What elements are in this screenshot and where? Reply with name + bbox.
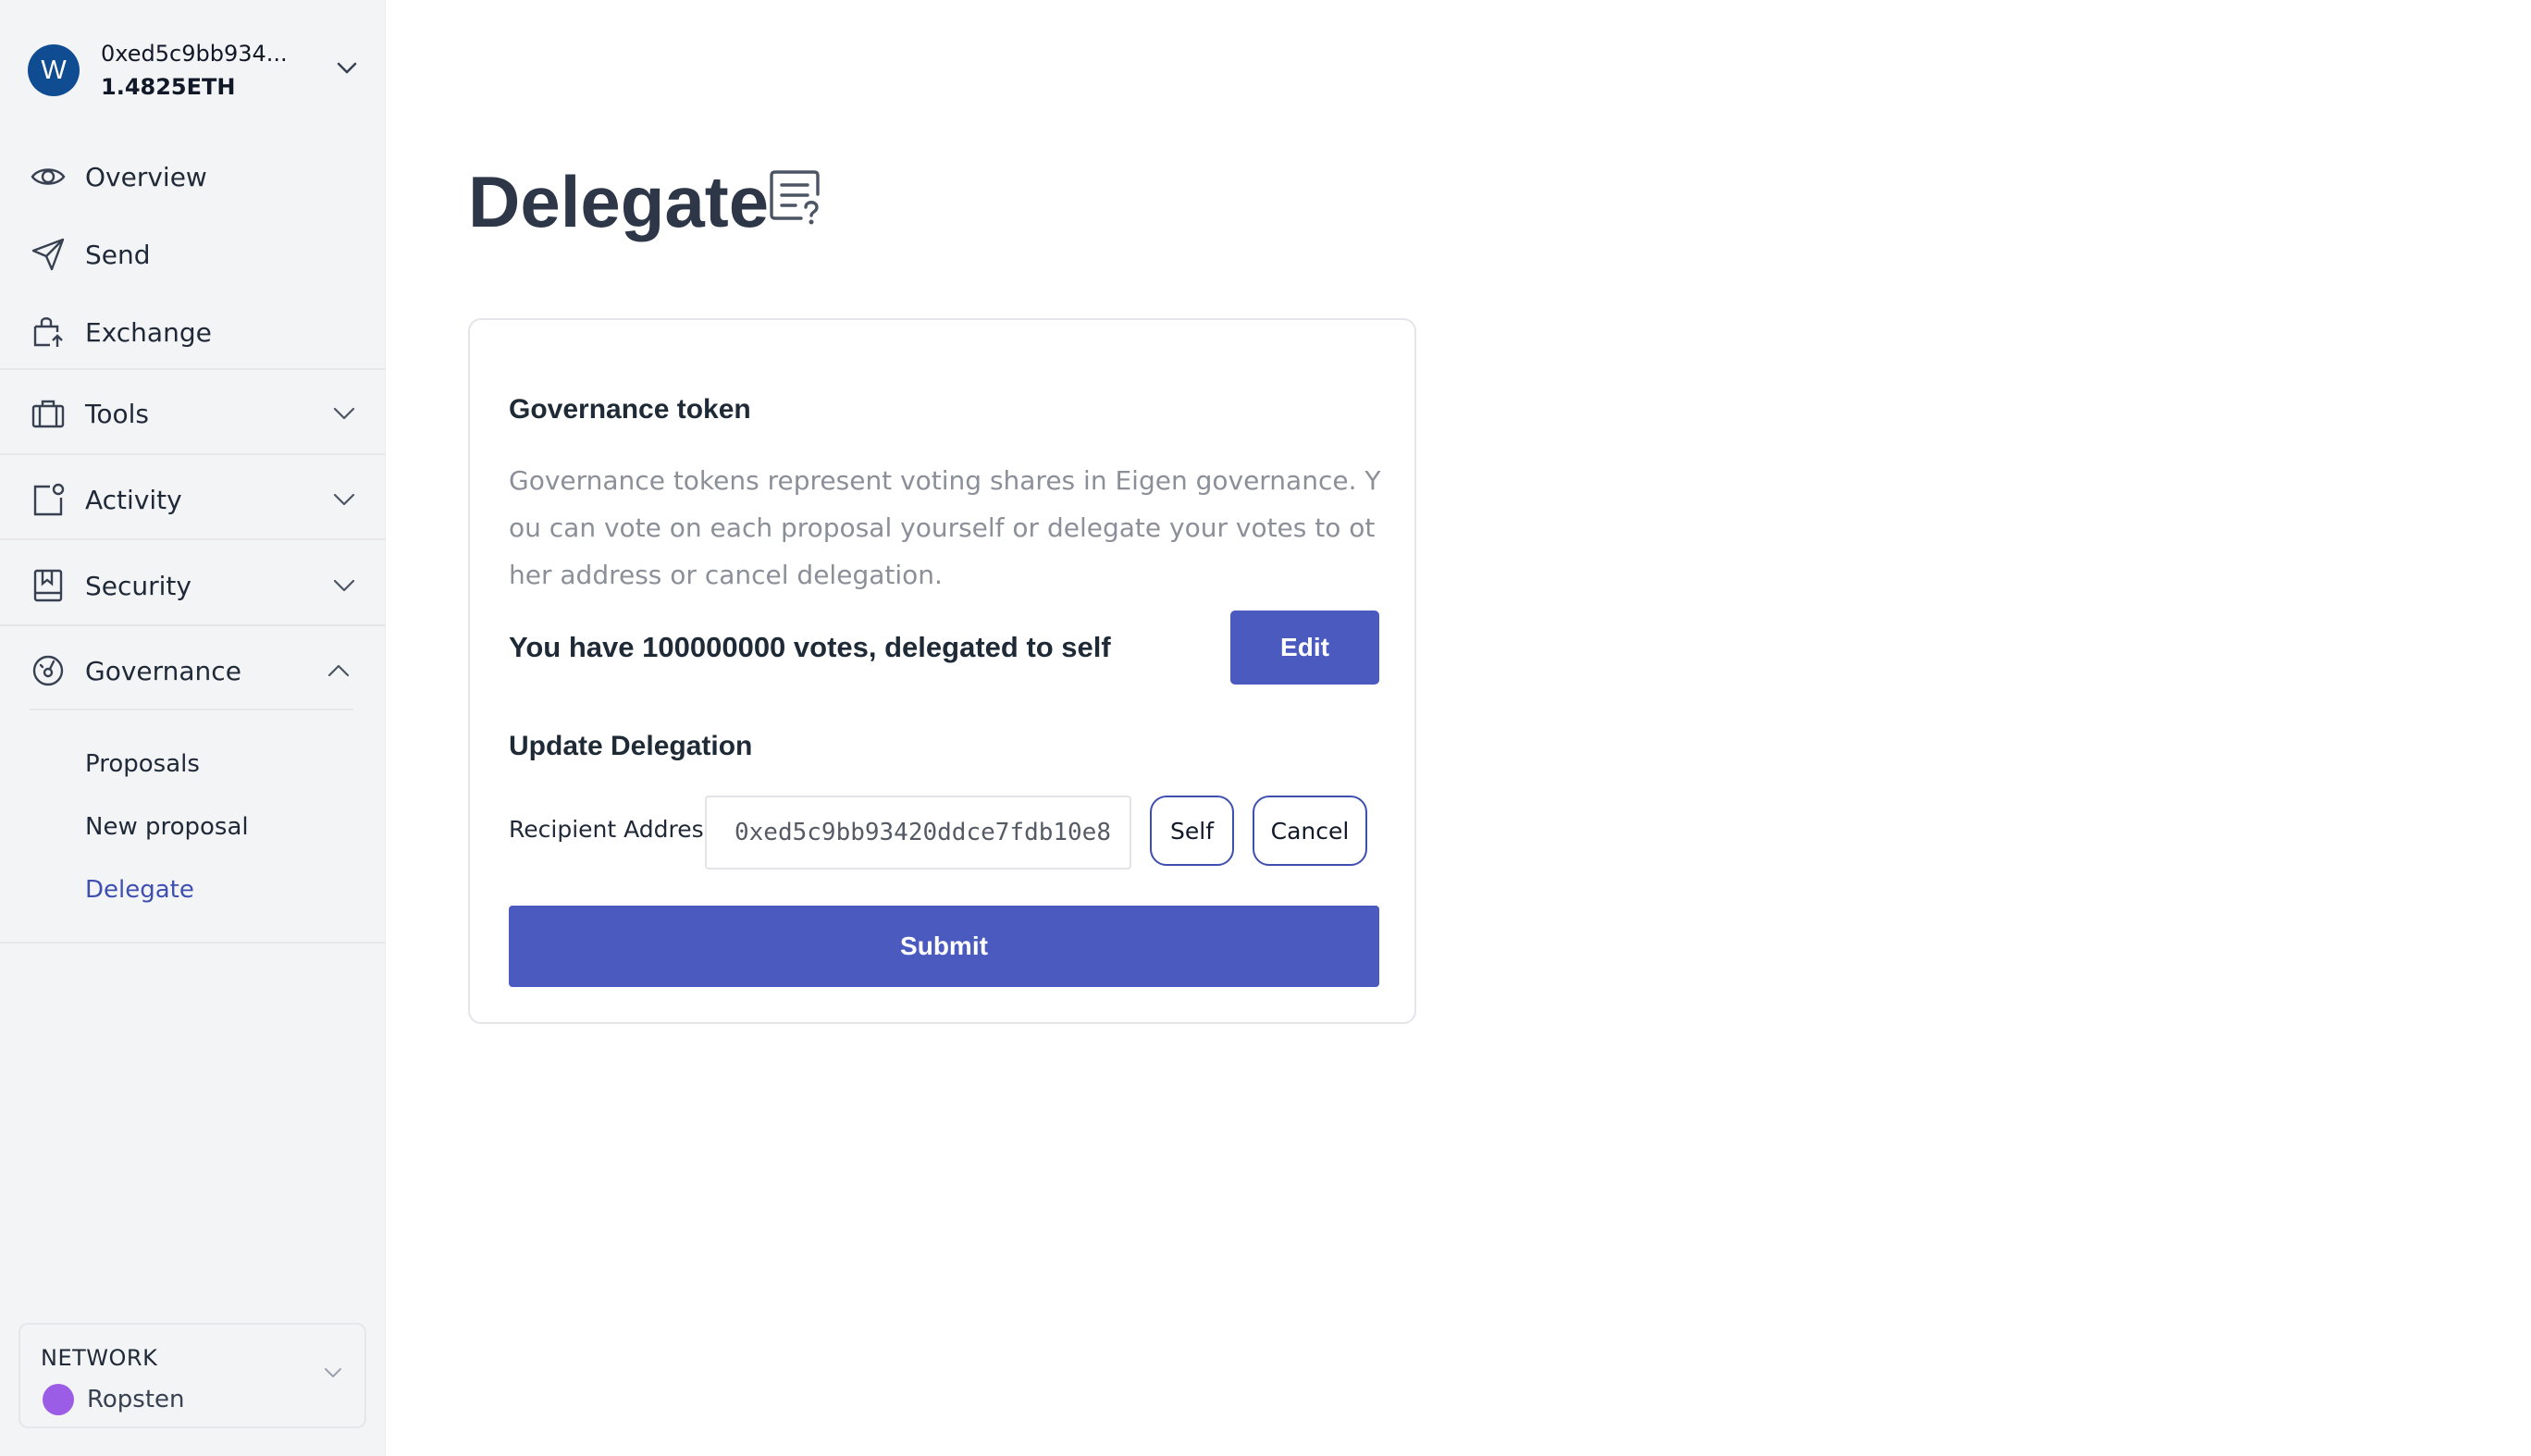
divider xyxy=(0,368,386,370)
account-selector[interactable]: W 0xed5c9bb934... 1.4825ETH xyxy=(28,33,361,107)
divider xyxy=(0,538,386,540)
document-question-icon[interactable] xyxy=(768,167,825,229)
sidebar-item-tools[interactable]: Tools xyxy=(0,381,386,446)
sidebar-item-activity[interactable]: Activity xyxy=(0,467,386,532)
sidebar-subitem-delegate[interactable]: Delegate xyxy=(85,870,194,910)
votes-summary: You have 100000000 votes, delegated to s… xyxy=(509,631,1111,663)
security-icon xyxy=(30,567,67,604)
cancel-button[interactable]: Cancel xyxy=(1253,796,1367,866)
divider xyxy=(30,709,353,710)
chevron-down-icon[interactable] xyxy=(330,572,358,599)
recipient-address-input[interactable] xyxy=(705,796,1131,870)
edit-button[interactable]: Edit xyxy=(1230,611,1379,685)
sidebar-item-label: Exchange xyxy=(85,316,212,348)
section-title: Governance token xyxy=(509,394,751,425)
network-status-dot xyxy=(43,1384,74,1415)
sidebar-item-label: Governance xyxy=(85,655,241,686)
divider xyxy=(0,453,386,455)
governance-icon xyxy=(30,652,67,689)
sidebar-item-label: Activity xyxy=(85,484,182,515)
chevron-down-icon[interactable] xyxy=(320,1360,346,1386)
chevron-down-icon[interactable] xyxy=(333,54,361,81)
eye-icon xyxy=(30,158,67,195)
divider xyxy=(0,942,386,944)
sidebar-item-label: Tools xyxy=(85,398,149,429)
network-name: Ropsten xyxy=(87,1386,185,1413)
page-title: Delegate xyxy=(468,161,770,242)
sidebar-item-label: Send xyxy=(85,239,151,270)
sidebar: W 0xed5c9bb934... 1.4825ETH Overview Sen… xyxy=(0,0,386,1456)
submit-button[interactable]: Submit xyxy=(509,906,1379,987)
sidebar-item-send[interactable]: Send xyxy=(0,222,386,287)
sidebar-item-exchange[interactable]: Exchange xyxy=(0,300,386,364)
network-selector[interactable]: NETWORK Ropsten xyxy=(19,1323,366,1428)
account-address: 0xed5c9bb934... xyxy=(101,41,288,67)
sidebar-item-overview[interactable]: Overview xyxy=(0,144,386,209)
activity-icon xyxy=(30,481,67,518)
self-button[interactable]: Self xyxy=(1150,796,1234,866)
sidebar-item-label: Overview xyxy=(85,161,207,192)
exchange-icon xyxy=(30,314,67,351)
network-title: NETWORK xyxy=(41,1345,158,1371)
chevron-down-icon[interactable] xyxy=(330,400,358,427)
sidebar-item-label: Security xyxy=(85,570,191,601)
governance-card: Governance token Governance tokens repre… xyxy=(468,318,1416,1024)
sidebar-item-governance[interactable]: Governance xyxy=(0,638,386,703)
divider xyxy=(0,624,386,626)
governance-description: Governance tokens represent voting share… xyxy=(509,465,1381,590)
account-balance: 1.4825ETH xyxy=(101,74,236,100)
chevron-up-icon[interactable] xyxy=(325,657,352,685)
avatar: W xyxy=(28,44,80,96)
toolbox-icon xyxy=(30,395,67,432)
sidebar-subitem-proposals[interactable]: Proposals xyxy=(85,744,200,784)
recipient-address-label: Recipient Address xyxy=(509,816,716,843)
sidebar-subitem-new-proposal[interactable]: New proposal xyxy=(85,807,249,847)
account-info: 0xed5c9bb934... 1.4825ETH xyxy=(101,41,314,100)
update-delegation-title: Update Delegation xyxy=(509,731,753,761)
sidebar-item-security[interactable]: Security xyxy=(0,553,386,618)
chevron-down-icon[interactable] xyxy=(330,486,358,513)
send-icon xyxy=(30,236,67,273)
